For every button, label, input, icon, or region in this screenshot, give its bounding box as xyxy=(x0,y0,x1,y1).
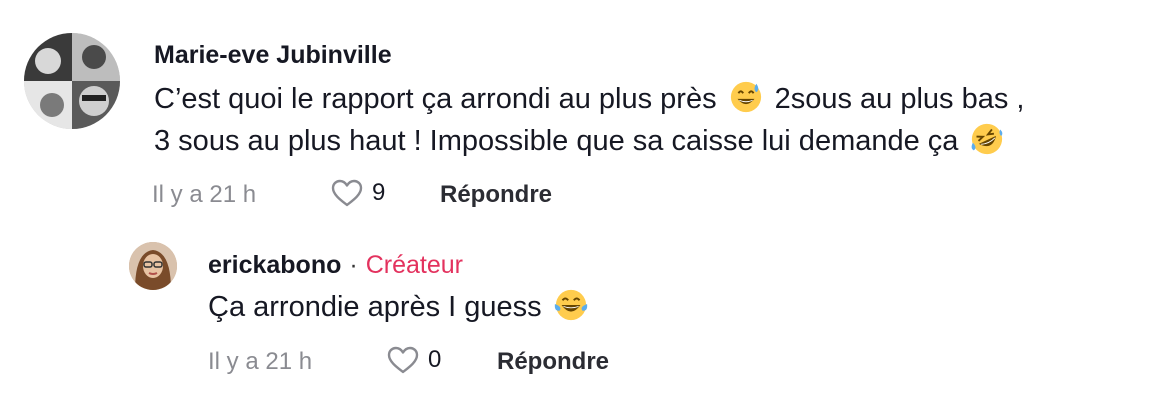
comment-text: C’est quoi le rapport ça arrondi au plus… xyxy=(154,78,1024,162)
reply-text-content: Ça arrondie après I guess xyxy=(208,291,542,323)
creator-badge: Créateur xyxy=(365,251,463,279)
reply-avatar[interactable] xyxy=(129,242,177,290)
grinning-sweat-emoji xyxy=(730,81,761,113)
comment-timestamp: Il y a 21 h xyxy=(152,181,257,208)
reply-like-button[interactable]: 0 xyxy=(386,345,441,375)
tears-of-joy-emoji xyxy=(554,289,587,321)
reply-comment: erickabono · Créateur Ça arrondie après I … xyxy=(0,230,1172,404)
avatar-photo xyxy=(24,33,120,129)
reply-author-line: erickabono · Créateur xyxy=(208,250,463,280)
like-count: 9 xyxy=(372,179,386,206)
reply-reply-button[interactable]: Répondre xyxy=(497,347,609,377)
comment-text-line1: C’est quoi le rapport ça arrondi au plus… xyxy=(154,83,717,115)
reply-button[interactable]: Répondre xyxy=(440,180,552,210)
reply-text: Ça arrondie après I guess xyxy=(208,286,588,328)
avatar-photo xyxy=(129,242,177,290)
reply-like-count: 0 xyxy=(428,346,442,373)
avatar[interactable] xyxy=(24,33,120,129)
reply-author[interactable]: erickabono xyxy=(208,251,341,279)
comment-text-line1b: 2sous au plus bas , xyxy=(774,83,1025,115)
like-button[interactable]: 9 xyxy=(330,178,385,208)
separator-dot: · xyxy=(349,251,358,279)
rofl-emoji xyxy=(972,123,1003,155)
heart-icon xyxy=(387,346,419,374)
comment-author[interactable]: Marie-eve Jubinville xyxy=(154,40,392,70)
heart-icon xyxy=(331,179,363,207)
reply-timestamp: Il y a 21 h xyxy=(208,348,313,375)
comment-text-line2: 3 sous au plus haut ! Impossible que sa … xyxy=(154,125,959,157)
comment: Marie-eve Jubinville C’est quoi le rappo… xyxy=(0,0,1172,230)
